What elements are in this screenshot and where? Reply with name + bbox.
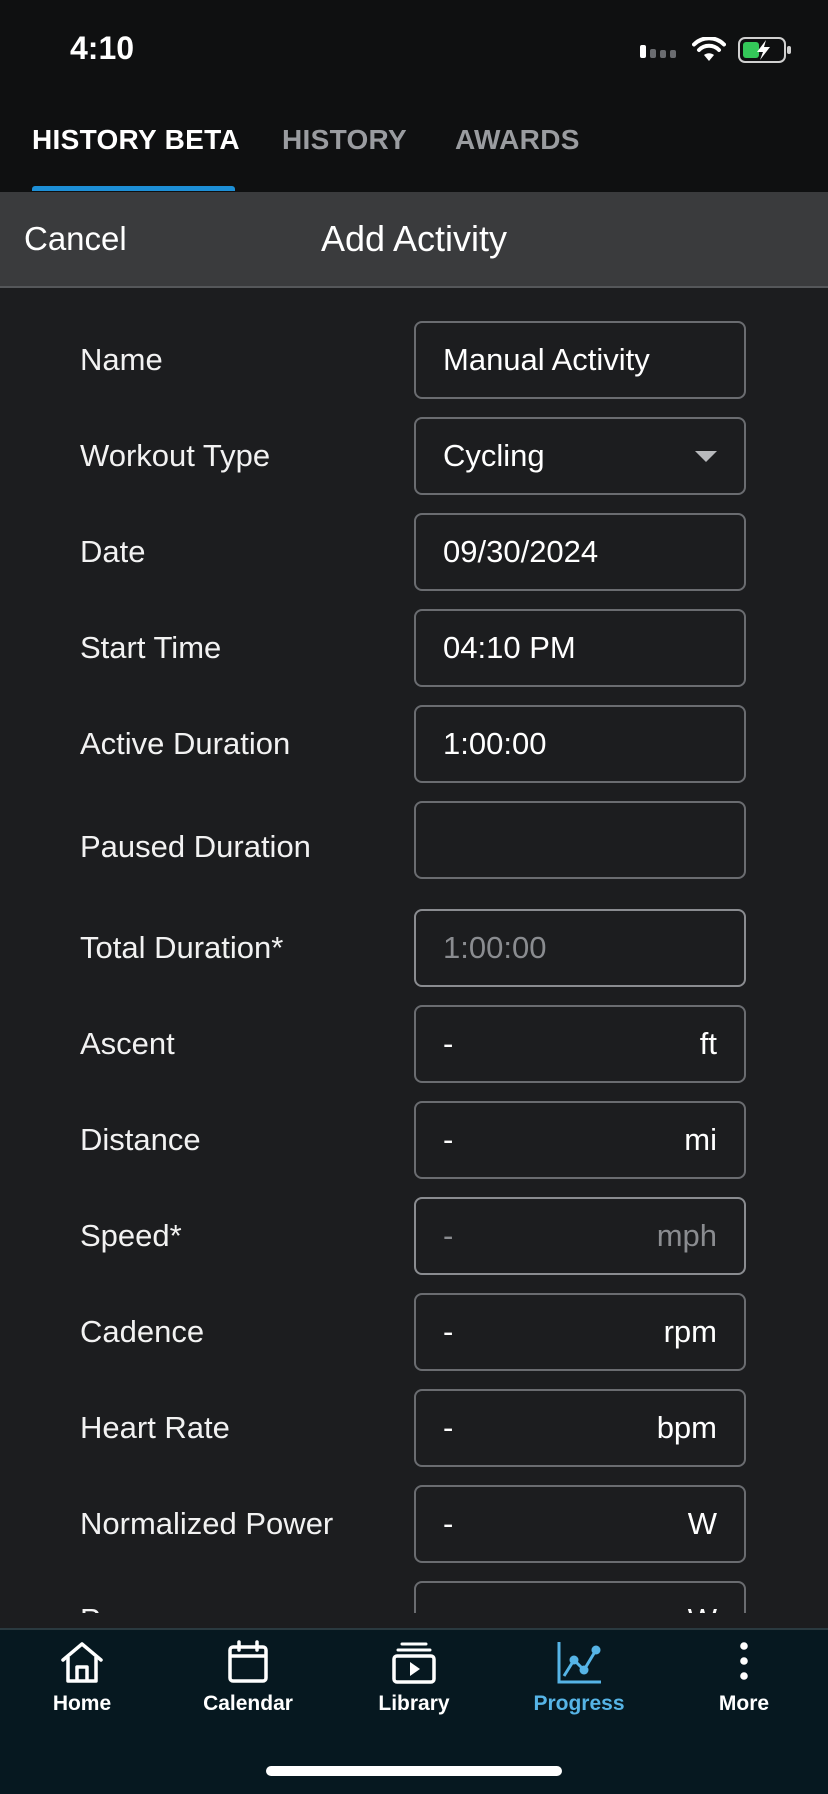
name-value: Manual Activity [443, 342, 650, 377]
nav-more-label: More [718, 1692, 770, 1715]
cadence-input[interactable]: - rpm [414, 1293, 746, 1371]
paused-duration-input[interactable] [414, 801, 746, 879]
total-duration-label: Total Duration* [80, 930, 284, 965]
speed-unit: mph [656, 1218, 717, 1253]
wifi-icon [692, 37, 726, 61]
speed-label: Speed* [80, 1218, 182, 1253]
nav-calendar[interactable]: Calendar [178, 1640, 318, 1716]
home-indicator [266, 1766, 562, 1776]
cellular-signal-icon [640, 45, 676, 58]
ascent-value: - [443, 1026, 454, 1061]
power-unit: W [688, 1583, 717, 1613]
workout-type-label: Workout Type [80, 438, 271, 473]
progress-chart-icon [557, 1642, 601, 1684]
dropdown-caret-icon [695, 451, 717, 462]
date-label: Date [80, 534, 146, 569]
heart-rate-input[interactable]: - bpm [414, 1389, 746, 1467]
nav-home-label: Home [52, 1692, 112, 1715]
page-title: Add Activity [320, 218, 508, 259]
cadence-label: Cadence [80, 1314, 205, 1349]
total-duration-value: 1:00:00 [443, 930, 547, 965]
speed-value: - [443, 1218, 454, 1253]
power-input[interactable]: - W [414, 1581, 746, 1613]
name-input[interactable]: Manual Activity [414, 321, 746, 399]
ascent-unit: ft [699, 1026, 717, 1061]
ascent-label: Ascent [80, 1026, 175, 1061]
power-value: - [443, 1583, 453, 1613]
heart-rate-label: Heart Rate [80, 1410, 230, 1445]
normalized-power-input[interactable]: - W [414, 1485, 746, 1563]
start-time-label: Start Time [80, 630, 222, 665]
total-duration-input: 1:00:00 [414, 909, 746, 987]
start-time-value: 04:10 PM [443, 630, 576, 665]
normalized-power-value: - [443, 1506, 454, 1541]
active-duration-value: 1:00:00 [443, 726, 547, 761]
tab-bar: HISTORY BETA HISTORY AWARDS [0, 96, 828, 192]
nav-calendar-label: Calendar [203, 1692, 293, 1715]
date-value: 09/30/2024 [443, 534, 599, 569]
date-input[interactable]: 09/30/2024 [414, 513, 746, 591]
tab-history[interactable]: HISTORY [282, 124, 407, 156]
speed-input: - mph [414, 1197, 746, 1275]
calendar-icon [228, 1640, 268, 1683]
active-duration-label: Active Duration [80, 726, 291, 761]
modal-header: Cancel Add Activity [0, 192, 828, 288]
cadence-unit: rpm [663, 1314, 717, 1349]
distance-label: Distance [80, 1122, 201, 1157]
normalized-power-label: Normalized Power [80, 1506, 334, 1541]
home-icon [61, 1642, 103, 1683]
status-time: 4:10 [70, 30, 135, 66]
distance-unit: mi [684, 1122, 717, 1157]
heart-rate-value: - [443, 1410, 454, 1445]
heart-rate-unit: bpm [656, 1410, 717, 1445]
nav-library[interactable]: Library [344, 1640, 484, 1716]
distance-input[interactable]: - mi [414, 1101, 746, 1179]
start-time-input[interactable]: 04:10 PM [414, 609, 746, 687]
add-activity-form: Name Manual Activity Workout Type Cyclin… [0, 288, 828, 1613]
status-icons [640, 34, 792, 66]
power-label: Power [80, 1581, 168, 1613]
status-bar: 4:10 [0, 0, 828, 96]
workout-type-select[interactable]: Cycling [414, 417, 746, 495]
battery-charging-icon [738, 37, 791, 63]
ascent-input[interactable]: - ft [414, 1005, 746, 1083]
active-tab-indicator [32, 186, 235, 191]
nav-more[interactable]: More [674, 1640, 814, 1716]
library-icon [392, 1642, 436, 1684]
cadence-value: - [443, 1314, 454, 1349]
distance-value: - [443, 1122, 454, 1157]
active-duration-input[interactable]: 1:00:00 [414, 705, 746, 783]
paused-duration-label: Paused Duration [80, 829, 311, 864]
name-label: Name [80, 342, 163, 377]
tab-history-beta[interactable]: HISTORY BETA [32, 124, 240, 156]
normalized-power-unit: W [687, 1506, 717, 1541]
nav-progress[interactable]: Progress [509, 1640, 649, 1716]
nav-progress-label: Progress [533, 1692, 625, 1715]
more-vertical-icon [740, 1642, 748, 1680]
workout-type-value: Cycling [443, 438, 545, 473]
nav-library-label: Library [378, 1692, 450, 1715]
tab-awards[interactable]: AWARDS [455, 124, 580, 156]
nav-home[interactable]: Home [12, 1640, 152, 1716]
